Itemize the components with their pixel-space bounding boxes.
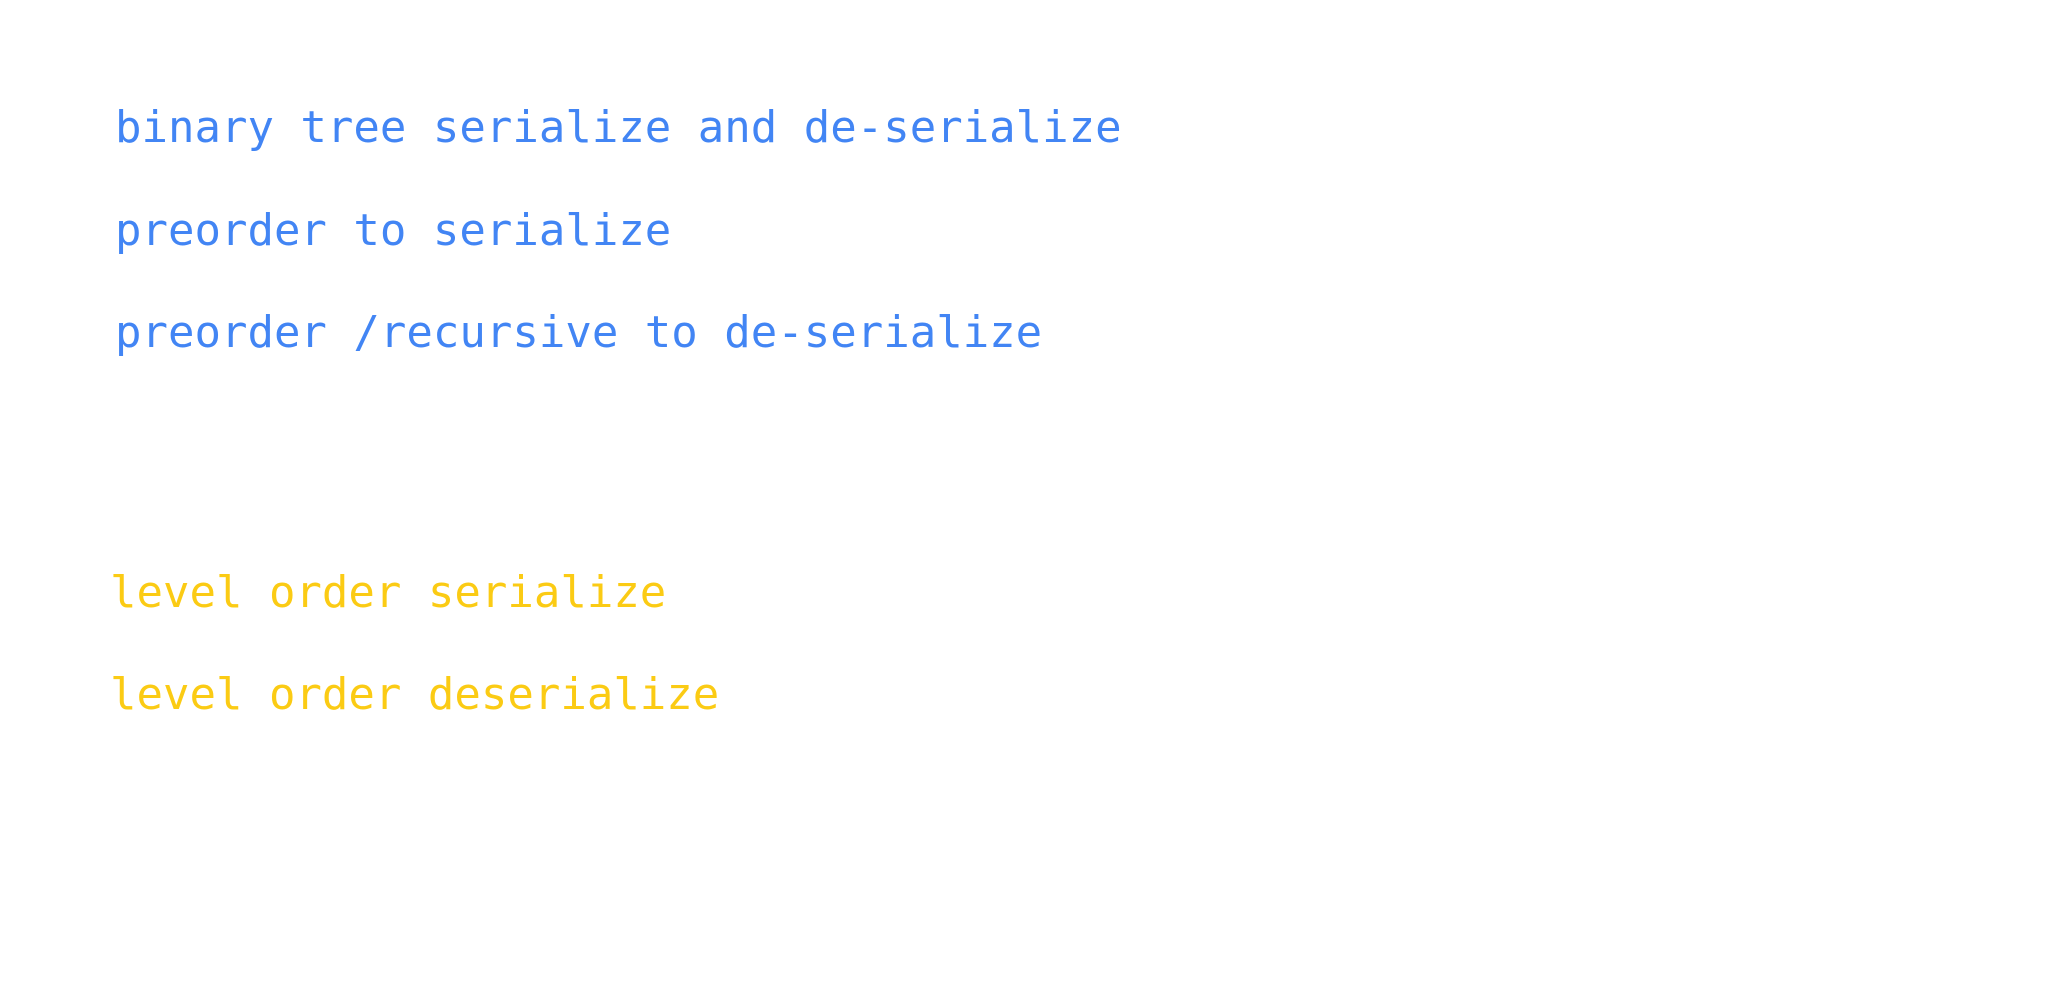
text-line-level-order-deserialize: level order deserialize (110, 669, 720, 720)
text-line-preorder-serialize: preorder to serialize (115, 205, 672, 256)
text-line-level-order-serialize: level order serialize (110, 567, 667, 618)
text-line-preorder-deserialize: preorder /recursive to de-serialize (115, 307, 1043, 358)
text-line-binary-tree-serialize: binary tree serialize and de-serialize (115, 102, 1122, 153)
